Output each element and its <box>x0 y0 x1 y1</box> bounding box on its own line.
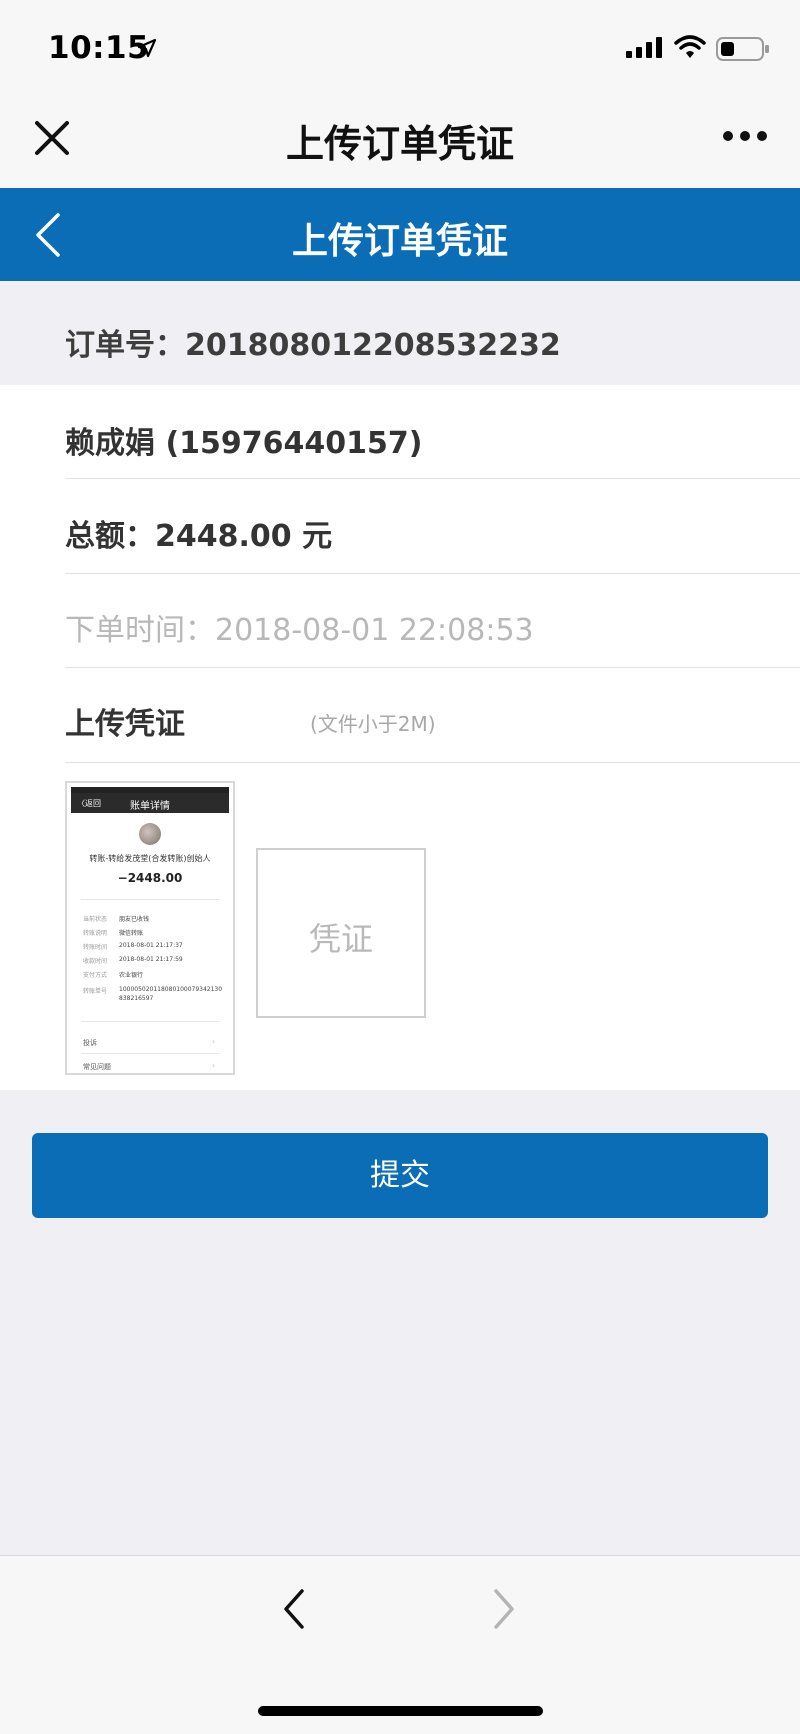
divider <box>81 1053 219 1054</box>
upload-label: 上传凭证 <box>65 707 185 742</box>
submit-button[interactable]: 提交 <box>32 1133 768 1218</box>
divider <box>65 762 800 763</box>
uploaded-voucher-thumbnail[interactable]: 〈返回 账单详情 转账-转给发茂堂(合发转账)创始人 −2448.00 当前状态… <box>65 781 235 1075</box>
thumb-row-value: 2018-08-01 21:17:59 <box>119 956 183 963</box>
order-total: 总额：2448.00 元 <box>65 511 332 555</box>
nav-forward-icon[interactable] <box>492 1588 516 1630</box>
order-number: 订单号：20180801220853223​2 <box>65 328 561 363</box>
thumb-row-key: 转账时间 <box>83 944 108 951</box>
thumb-row-value: 2018-08-01 21:17:37 <box>119 942 183 949</box>
customer-name-phone: 赖成娟 (15976440157) <box>65 426 423 461</box>
divider <box>81 1021 219 1022</box>
home-indicator <box>258 1706 543 1716</box>
thumb-row-value: 1000050201180801000793421​30 <box>119 986 223 993</box>
divider <box>65 478 800 479</box>
avatar <box>139 823 161 845</box>
order-time: 下单时间：2018-08-01 22:08:53 <box>65 613 534 648</box>
thumb-footer-item: 常见问题 <box>83 1063 111 1071</box>
divider <box>65 573 800 574</box>
thumb-desc: 转账-转给发茂堂(合发转账)创始人 <box>89 854 211 863</box>
thumb-row-key: 当前状态 <box>83 916 108 923</box>
wechat-title: 上传订单凭证 <box>285 122 514 166</box>
battery-icon <box>716 37 769 61</box>
total-label: 总额： <box>65 519 155 554</box>
thumb-nav: 〈返回 账单详情 <box>71 793 229 813</box>
thumb-row-key: 转账说明 <box>83 930 108 937</box>
thumb-row-value: 朋友已收钱 <box>119 916 150 923</box>
location-arrow-icon <box>137 38 157 58</box>
thumb-row-key: 转账单号 <box>83 988 108 995</box>
thumb-title: 账单详情 <box>130 801 170 812</box>
page-title: 上传订单凭证 <box>291 221 508 262</box>
thumb-row-value: 838216597 <box>119 995 154 1002</box>
more-icon[interactable] <box>722 130 768 142</box>
thumb-row-value: 农业银行 <box>119 972 144 979</box>
chevron-right-icon: › <box>212 1061 216 1070</box>
thumb-amount: −2448.00 <box>117 871 183 885</box>
thumb-footer-item: 投诉 <box>83 1039 97 1047</box>
status-time: 10:15 <box>48 30 150 66</box>
divider <box>81 899 219 900</box>
divider <box>65 667 800 668</box>
total-value: 2448.00 元 <box>155 519 333 554</box>
voucher-upload-slot[interactable]: 凭证 <box>256 848 426 1018</box>
chevron-right-icon: › <box>212 1037 216 1046</box>
voucher-placeholder-label: 凭证 <box>308 920 373 958</box>
wifi-icon <box>674 35 706 58</box>
thumb-row-value: 微信转账 <box>119 930 144 937</box>
signal-icon <box>626 37 662 58</box>
thumb-row-key: 支付方式 <box>83 972 108 979</box>
upload-hint: (文件小于2M) <box>310 712 436 736</box>
thumb-row-key: 收款时间 <box>83 958 108 965</box>
nav-back-icon[interactable] <box>282 1588 306 1630</box>
